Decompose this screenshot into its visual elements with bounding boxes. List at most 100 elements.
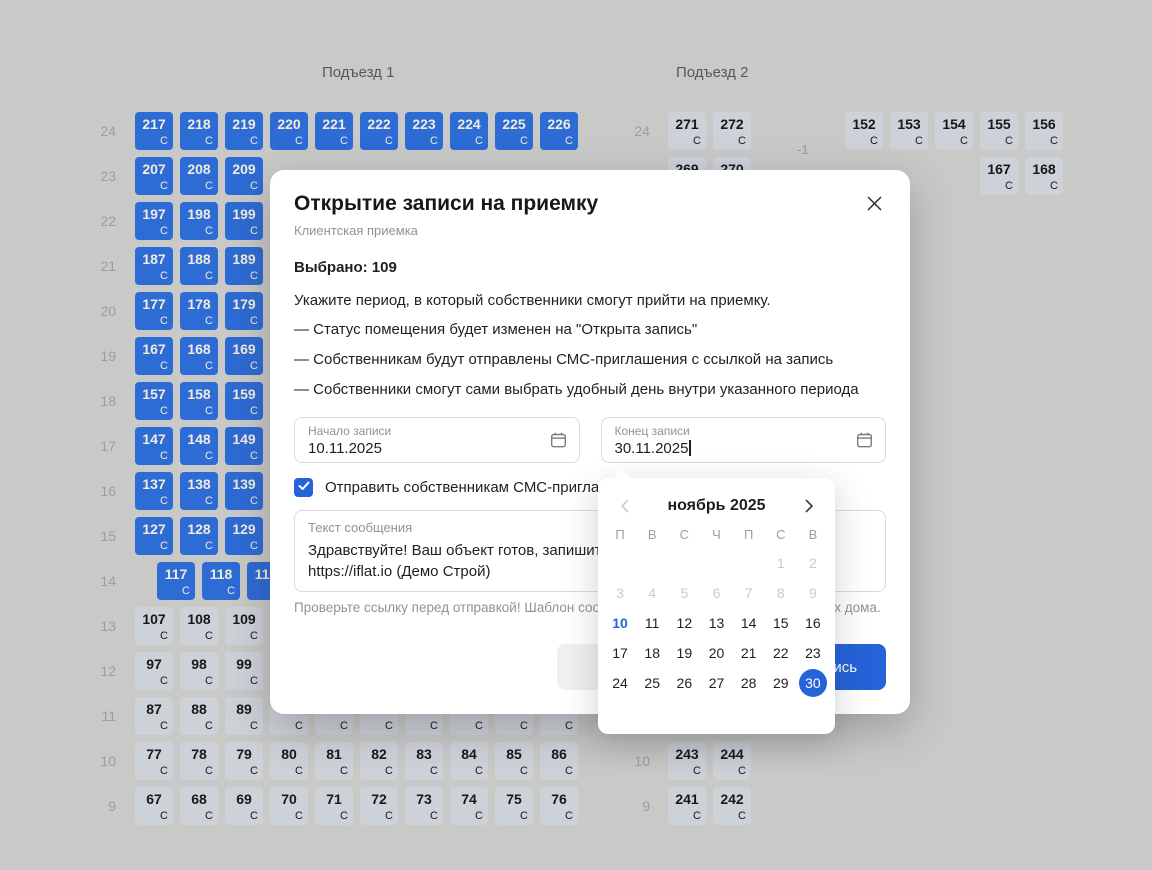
unit-cell-209[interactable]: 209С <box>225 157 263 195</box>
unit-cell-225[interactable]: 225С <box>495 112 533 150</box>
unit-cell-197[interactable]: 197С <box>135 202 173 240</box>
calendar-day-15[interactable]: 15 <box>765 608 797 638</box>
calendar-day-30[interactable]: 30 <box>797 668 829 698</box>
unit-cell-147[interactable]: 147С <box>135 427 173 465</box>
unit-cell-158[interactable]: 158С <box>180 382 218 420</box>
calendar-day-25[interactable]: 25 <box>636 668 668 698</box>
calendar-day-13[interactable]: 13 <box>700 608 732 638</box>
unit-cell-84[interactable]: 84С <box>450 742 488 780</box>
unit-cell-271[interactable]: 271С <box>668 112 706 150</box>
calendar-day-28[interactable]: 28 <box>733 668 765 698</box>
unit-cell-199[interactable]: 199С <box>225 202 263 240</box>
sms-checkbox-label[interactable]: Отправить собственникам СМС-приглашения <box>325 479 644 496</box>
unit-cell-87[interactable]: 87С <box>135 697 173 735</box>
unit-cell-127[interactable]: 127С <box>135 517 173 555</box>
calendar-day-14[interactable]: 14 <box>733 608 765 638</box>
unit-cell-118[interactable]: 118С <box>202 562 240 600</box>
unit-cell-167[interactable]: 167С <box>980 157 1018 195</box>
unit-cell-78[interactable]: 78С <box>180 742 218 780</box>
unit-cell-98[interactable]: 98С <box>180 652 218 690</box>
close-button[interactable] <box>862 194 886 218</box>
unit-cell-159[interactable]: 159С <box>225 382 263 420</box>
calendar-day-18[interactable]: 18 <box>636 638 668 668</box>
start-date-field[interactable]: Начало записи 10.11.2025 <box>294 417 580 463</box>
unit-cell-178[interactable]: 178С <box>180 292 218 330</box>
unit-cell-88[interactable]: 88С <box>180 697 218 735</box>
calendar-icon[interactable] <box>856 432 873 449</box>
next-month-button[interactable] <box>797 494 821 518</box>
unit-cell-152[interactable]: 152С <box>845 112 883 150</box>
unit-cell-117[interactable]: 117С <box>157 562 195 600</box>
unit-cell-71[interactable]: 71С <box>315 787 353 825</box>
calendar-day-26[interactable]: 26 <box>668 668 700 698</box>
calendar-day-23[interactable]: 23 <box>797 638 829 668</box>
unit-cell-83[interactable]: 83С <box>405 742 443 780</box>
unit-cell-189[interactable]: 189С <box>225 247 263 285</box>
unit-cell-68[interactable]: 68С <box>180 787 218 825</box>
unit-cell-153[interactable]: 153С <box>890 112 928 150</box>
unit-cell-69[interactable]: 69С <box>225 787 263 825</box>
unit-cell-223[interactable]: 223С <box>405 112 443 150</box>
unit-cell-168[interactable]: 168С <box>180 337 218 375</box>
calendar-day-16[interactable]: 16 <box>797 608 829 638</box>
calendar-day-10[interactable]: 10 <box>604 608 636 638</box>
unit-cell-207[interactable]: 207С <box>135 157 173 195</box>
unit-cell-222[interactable]: 222С <box>360 112 398 150</box>
unit-cell-167[interactable]: 167С <box>135 337 173 375</box>
unit-cell-75[interactable]: 75С <box>495 787 533 825</box>
calendar-day-29[interactable]: 29 <box>765 668 797 698</box>
unit-cell-169[interactable]: 169С <box>225 337 263 375</box>
unit-cell-128[interactable]: 128С <box>180 517 218 555</box>
unit-cell-99[interactable]: 99С <box>225 652 263 690</box>
unit-cell-148[interactable]: 148С <box>180 427 218 465</box>
unit-cell-139[interactable]: 139С <box>225 472 263 510</box>
calendar-day-17[interactable]: 17 <box>604 638 636 668</box>
unit-cell-73[interactable]: 73С <box>405 787 443 825</box>
unit-cell-129[interactable]: 129С <box>225 517 263 555</box>
unit-cell-168[interactable]: 168С <box>1025 157 1063 195</box>
unit-cell-67[interactable]: 67С <box>135 787 173 825</box>
unit-cell-221[interactable]: 221С <box>315 112 353 150</box>
unit-cell-74[interactable]: 74С <box>450 787 488 825</box>
unit-cell-138[interactable]: 138С <box>180 472 218 510</box>
unit-cell-217[interactable]: 217С <box>135 112 173 150</box>
unit-cell-272[interactable]: 272С <box>713 112 751 150</box>
unit-cell-198[interactable]: 198С <box>180 202 218 240</box>
unit-cell-187[interactable]: 187С <box>135 247 173 285</box>
sms-checkbox[interactable] <box>294 478 313 497</box>
unit-cell-109[interactable]: 109С <box>225 607 263 645</box>
unit-cell-241[interactable]: 241С <box>668 787 706 825</box>
unit-cell-86[interactable]: 86С <box>540 742 578 780</box>
unit-cell-226[interactable]: 226С <box>540 112 578 150</box>
unit-cell-80[interactable]: 80С <box>270 742 308 780</box>
unit-cell-89[interactable]: 89С <box>225 697 263 735</box>
unit-cell-156[interactable]: 156С <box>1025 112 1063 150</box>
unit-cell-188[interactable]: 188С <box>180 247 218 285</box>
unit-cell-218[interactable]: 218С <box>180 112 218 150</box>
unit-cell-76[interactable]: 76С <box>540 787 578 825</box>
calendar-day-12[interactable]: 12 <box>668 608 700 638</box>
unit-cell-177[interactable]: 177С <box>135 292 173 330</box>
unit-cell-108[interactable]: 108С <box>180 607 218 645</box>
unit-cell-72[interactable]: 72С <box>360 787 398 825</box>
calendar-day-22[interactable]: 22 <box>765 638 797 668</box>
end-date-field[interactable]: Конец записи 30.11.2025 <box>601 417 887 463</box>
unit-cell-208[interactable]: 208С <box>180 157 218 195</box>
unit-cell-219[interactable]: 219С <box>225 112 263 150</box>
unit-cell-97[interactable]: 97С <box>135 652 173 690</box>
unit-cell-82[interactable]: 82С <box>360 742 398 780</box>
unit-cell-77[interactable]: 77С <box>135 742 173 780</box>
unit-cell-244[interactable]: 244С <box>713 742 751 780</box>
calendar-day-21[interactable]: 21 <box>733 638 765 668</box>
calendar-day-24[interactable]: 24 <box>604 668 636 698</box>
unit-cell-107[interactable]: 107С <box>135 607 173 645</box>
unit-cell-149[interactable]: 149С <box>225 427 263 465</box>
unit-cell-85[interactable]: 85С <box>495 742 533 780</box>
unit-cell-243[interactable]: 243С <box>668 742 706 780</box>
calendar-icon[interactable] <box>550 432 567 449</box>
unit-cell-220[interactable]: 220С <box>270 112 308 150</box>
unit-cell-70[interactable]: 70С <box>270 787 308 825</box>
unit-cell-224[interactable]: 224С <box>450 112 488 150</box>
unit-cell-137[interactable]: 137С <box>135 472 173 510</box>
calendar-day-11[interactable]: 11 <box>636 608 668 638</box>
